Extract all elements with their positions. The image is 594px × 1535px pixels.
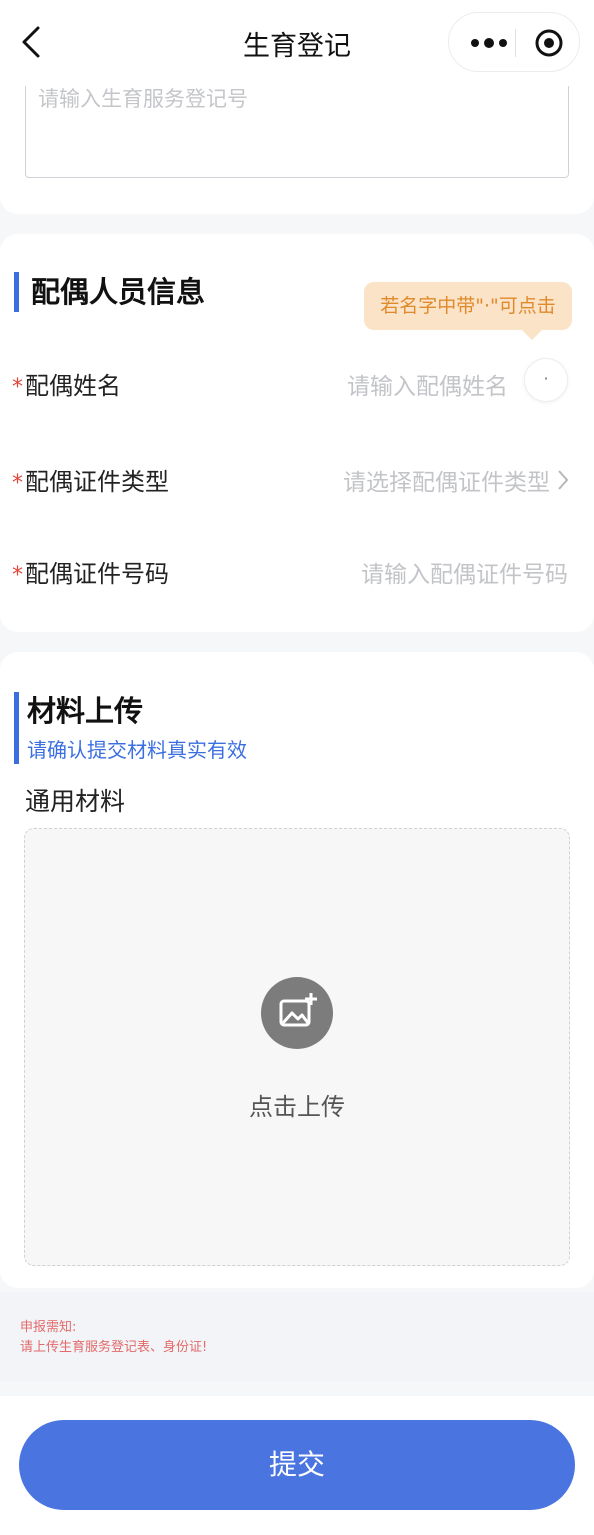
section-accent-bar [14,692,19,764]
spouse-id-number-label: *配偶证件号码 [12,560,169,588]
submit-button[interactable]: 提交 [19,1420,575,1510]
materials-hint: 请确认提交材料真实有效 [27,738,247,762]
spouse-id-number-input[interactable]: 请输入配偶证件号码 [361,555,568,589]
notice-text: 请上传生育服务登记表、身份证! [20,1340,208,1355]
chevron-right-icon [558,470,569,490]
general-materials-label: 通用材料 [25,787,126,816]
spouse-name-row[interactable]: *配偶姓名 请输入配偶姓名 · [0,352,594,412]
upload-image-icon[interactable] [261,977,333,1049]
spouse-id-type-select[interactable]: 请选择配偶证件类型 [343,463,550,497]
registration-number-placeholder: 请输入生育服务登记号 [38,87,248,111]
close-target-icon[interactable] [533,27,565,59]
insert-dot-button[interactable]: · [524,358,568,402]
navigation-bar: 生育登记 [0,0,594,86]
mini-program-capsule [448,12,580,72]
notice-title: 申报需知: [20,1320,77,1335]
materials-upload-card: 材料上传 请确认提交材料真实有效 通用材料 点击上传 [0,652,594,1288]
upload-drop-zone[interactable]: 点击上传 [24,828,570,1266]
spouse-name-input[interactable]: 请输入配偶姓名 [347,367,508,401]
registration-number-input[interactable]: 请输入生育服务登记号 [25,70,569,178]
materials-section-title: 材料上传 [27,694,144,728]
spouse-id-type-row[interactable]: *配偶证件类型 请选择配偶证件类型 [0,448,594,508]
upload-label: 点击上传 [249,1093,345,1121]
spouse-id-type-label: *配偶证件类型 [12,468,169,496]
declaration-notice: 申报需知: 请上传生育服务登记表、身份证! [0,1292,594,1382]
spouse-id-number-row[interactable]: *配偶证件号码 请输入配偶证件号码 [0,540,594,600]
spouse-section-title: 配偶人员信息 [14,272,205,312]
more-icon[interactable] [467,31,511,55]
spouse-name-label: *配偶姓名 [12,372,121,400]
capsule-divider [515,29,516,57]
name-dot-tooltip: 若名字中带"·"可点击 [364,282,572,340]
bottom-action-area: 提交 [0,1396,594,1535]
spouse-info-card: 配偶人员信息 若名字中带"·"可点击 *配偶姓名 请输入配偶姓名 · *配偶证件… [0,234,594,632]
